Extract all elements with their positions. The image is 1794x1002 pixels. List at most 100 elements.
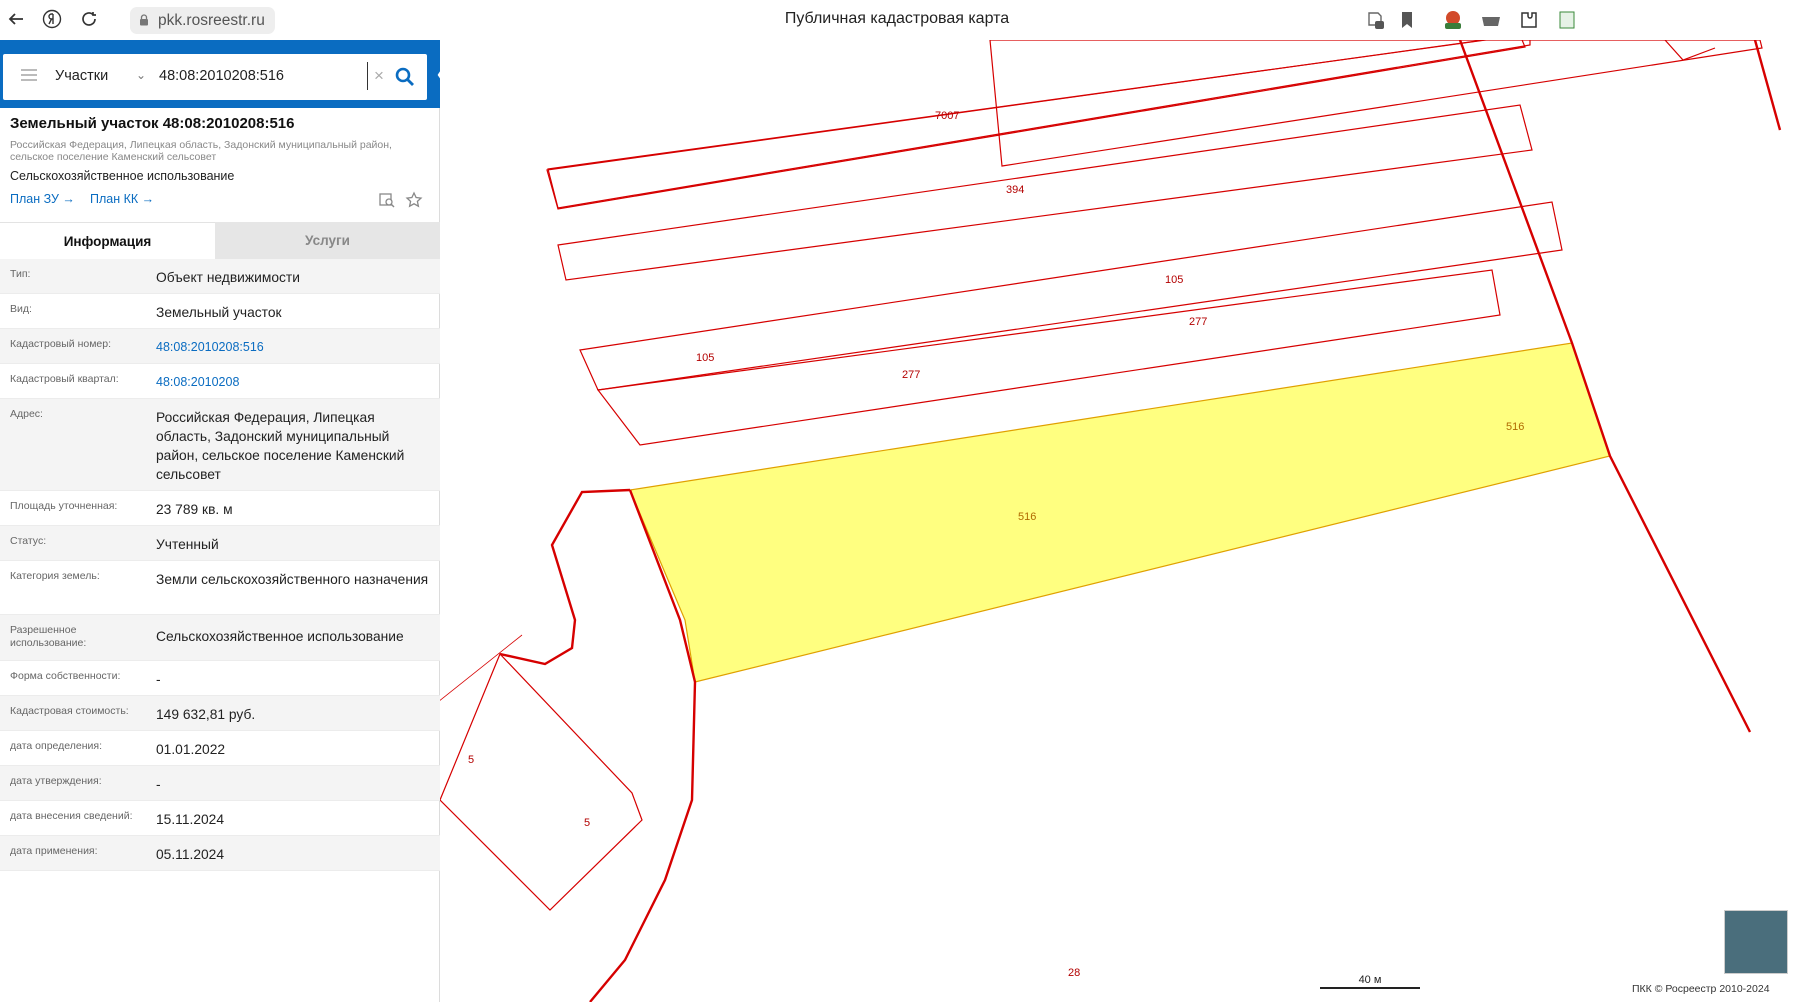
row-value: Объект недвижимости xyxy=(156,270,300,285)
chevron-down-icon[interactable]: ⌄ xyxy=(136,68,146,82)
table-row: Статус: Учтенный xyxy=(0,526,440,561)
table-row: Кадастровая стоимость: 149 632,81 руб. xyxy=(0,696,440,731)
tab-services[interactable]: Услуги xyxy=(215,222,440,259)
row-value: Земли сельскохозяйственного назначения xyxy=(156,572,429,587)
map-label-516a: 516 xyxy=(1506,421,1524,433)
parcel-usage: Сельскохозяйственное использование xyxy=(10,169,235,183)
scale-bar: 40 м xyxy=(1320,974,1420,989)
row-value: Учтенный xyxy=(156,537,219,552)
parcel-5-edge xyxy=(440,634,523,701)
table-row: дата утверждения: - xyxy=(0,766,440,801)
row-label: дата внесения сведений: xyxy=(10,810,133,822)
table-row: Тип: Объект недвижимости xyxy=(0,259,440,294)
row-value: - xyxy=(156,777,161,792)
parcel-394-b[interactable] xyxy=(547,40,1520,170)
table-row: Кадастровый номер: 48:08:2010208:516 xyxy=(0,329,440,364)
row-label: Кадастровая стоимость: xyxy=(10,705,129,717)
table-row: Адрес: Российская Федерация, Липецкая об… xyxy=(0,399,440,491)
extension-map-icon[interactable] xyxy=(1442,9,1464,31)
extension-shield-icon[interactable] xyxy=(1480,9,1502,31)
row-label: Адрес: xyxy=(10,408,43,420)
scale-label: 40 м xyxy=(1358,974,1382,986)
row-value: 01.01.2022 xyxy=(156,742,226,757)
row-label: Вид: xyxy=(10,303,32,315)
cadastral-map[interactable]: 7007 394 105 105 277 277 516 516 5 5 28 … xyxy=(440,40,1794,1002)
clear-icon[interactable]: × xyxy=(374,66,384,86)
object-type-select[interactable]: Участки xyxy=(55,68,108,84)
map-label-516b: 516 xyxy=(1018,511,1036,523)
search-icon[interactable] xyxy=(393,65,417,89)
parcel-title: Земельный участок 48:08:2010208:516 xyxy=(10,115,295,132)
parcel-address: Российская Федерация, Липецкая область, … xyxy=(10,139,392,163)
map-label-7007: 7007 xyxy=(935,110,959,122)
text-cursor xyxy=(367,62,368,90)
row-label: дата утверждения: xyxy=(10,775,102,787)
row-label: Разрешенное использование: xyxy=(10,624,87,649)
map-canvas[interactable]: 7007 394 105 105 277 277 516 516 5 5 28 xyxy=(440,40,1794,1002)
search-box: Участки ⌄ 48:08:2010208:516 × xyxy=(3,54,427,100)
map-label-5a: 5 xyxy=(468,754,474,766)
browser-toolbar: pkk.rosreestr.ru Публичная кадастровая к… xyxy=(0,0,1794,40)
cadastral-number-link[interactable]: 48:08:2010208:516 xyxy=(156,329,440,364)
table-row: Площадь уточненная: 23 789 кв. м xyxy=(0,491,440,526)
parcel-outline-7007[interactable] xyxy=(549,40,1525,208)
search-input[interactable]: 48:08:2010208:516 xyxy=(159,68,284,84)
table-row: Разрешенное использование: Сельскохозяйс… xyxy=(0,615,440,661)
row-value: 05.11.2024 xyxy=(156,847,225,862)
zoom-to-object-icon[interactable] xyxy=(378,191,396,209)
row-value: 23 789 кв. м xyxy=(156,502,233,517)
copyright-text: ПКК © Росреестр 2010-2024 xyxy=(1632,983,1770,995)
scale-line xyxy=(1320,987,1420,989)
boundary-line-far-right xyxy=(1753,40,1782,131)
row-label: Форма собственности: xyxy=(10,670,121,682)
row-label: Площадь уточненная: xyxy=(10,500,118,512)
map-label-105b: 105 xyxy=(696,352,714,364)
parcel-7007-shape[interactable] xyxy=(547,40,1531,209)
parcel-394[interactable] xyxy=(546,40,1526,210)
menu-icon[interactable] xyxy=(21,69,37,81)
table-row: Вид: Земельный участок xyxy=(0,294,440,329)
info-panel: Участки ⌄ 48:08:2010208:516 × ‹ Земельны… xyxy=(0,40,455,1002)
tab-info[interactable]: Информация xyxy=(0,222,215,259)
row-label: дата определения: xyxy=(10,740,103,752)
favorite-star-icon[interactable] xyxy=(405,191,423,209)
map-label-105a: 105 xyxy=(1165,274,1183,286)
row-value: Земельный участок xyxy=(156,305,282,320)
row-value: - xyxy=(156,672,161,687)
notifications-icon[interactable] xyxy=(1364,9,1386,31)
info-table: Тип: Объект недвижимости Вид: Земельный … xyxy=(0,259,440,871)
search-bar: Участки ⌄ 48:08:2010208:516 × ‹ xyxy=(0,40,455,108)
plan-zu-link[interactable]: План ЗУ → xyxy=(10,192,75,206)
table-row: Форма собственности: - xyxy=(0,661,440,696)
table-row: дата внесения сведений: 15.11.2024 xyxy=(0,801,440,836)
parcel-strip-394[interactable] xyxy=(557,40,1525,208)
table-row: Кадастровый квартал: 48:08:2010208 xyxy=(0,364,440,399)
parcel-394-main[interactable] xyxy=(547,40,1522,170)
row-value: Российская Федерация, Липецкая область, … xyxy=(156,410,405,482)
parcel-7007[interactable] xyxy=(989,40,1763,167)
plan-kk-link[interactable]: План КК → xyxy=(90,192,154,206)
selected-parcel-516[interactable] xyxy=(629,342,1611,683)
extension-puzzle-icon[interactable] xyxy=(1518,9,1540,31)
cadastral-quarter-link[interactable]: 48:08:2010208 xyxy=(156,364,440,399)
parcel-394-shape[interactable] xyxy=(557,104,1533,281)
parcel-7007-main[interactable] xyxy=(547,40,1522,208)
row-value: 149 632,81 руб. xyxy=(156,707,256,722)
row-label: Кадастровый квартал: xyxy=(10,373,119,385)
parcel-394-strip[interactable] xyxy=(547,40,1525,209)
extension-sheet-icon[interactable] xyxy=(1556,9,1578,31)
map-label-5b: 5 xyxy=(584,817,590,829)
row-label: Статус: xyxy=(10,535,47,547)
parcel-5-shape[interactable] xyxy=(440,652,643,911)
table-row: Категория земель: Земли сельскохозяйстве… xyxy=(0,561,440,615)
row-label: дата применения: xyxy=(10,845,98,857)
row-label: Категория земель: xyxy=(10,570,100,582)
parcel-105-shape[interactable] xyxy=(579,201,1563,391)
row-value: 15.11.2024 xyxy=(156,812,225,827)
satellite-layer-toggle[interactable] xyxy=(1724,910,1788,974)
map-label-28: 28 xyxy=(1068,967,1080,979)
bookmark-icon[interactable] xyxy=(1396,9,1418,31)
table-row: дата применения: 05.11.2024 xyxy=(0,836,440,871)
parcel-outline-394[interactable] xyxy=(550,40,1522,170)
map-label-277a: 277 xyxy=(1189,316,1207,328)
